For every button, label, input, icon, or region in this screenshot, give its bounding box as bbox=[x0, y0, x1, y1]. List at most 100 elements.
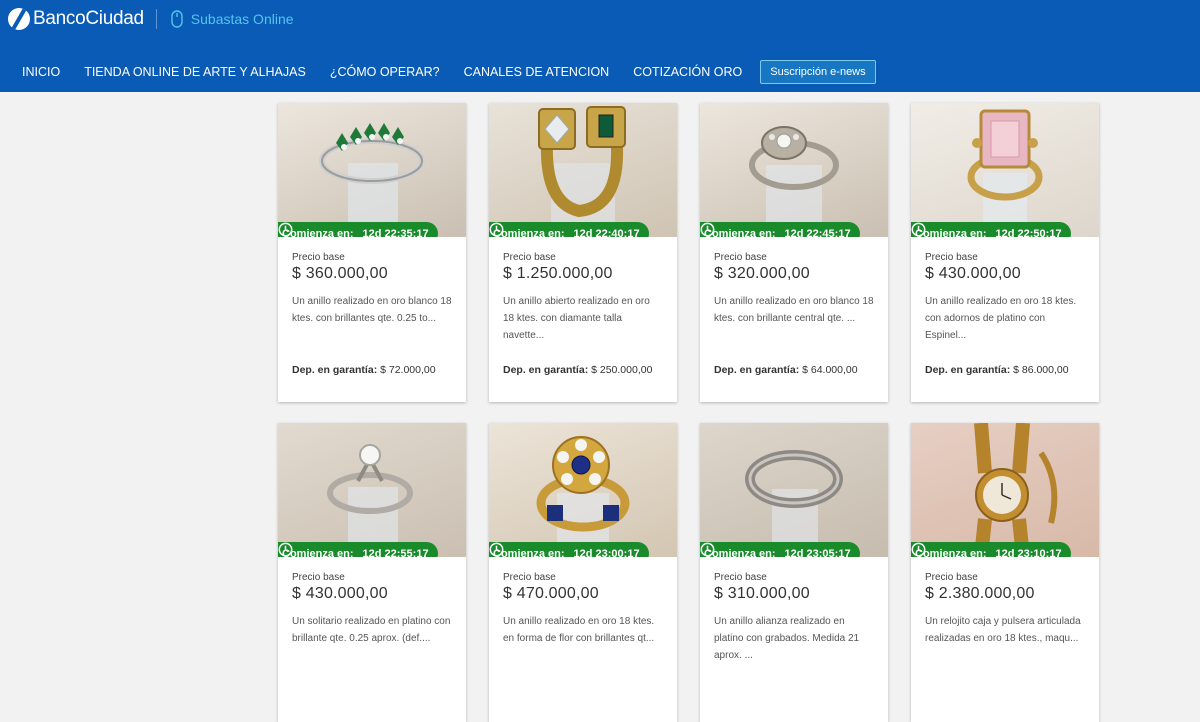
price-value: $ 430.000,00 bbox=[292, 585, 388, 602]
card-body: Precio base $ 2.380.000,00 Un relojito c… bbox=[911, 557, 1099, 722]
product-description: Un anillo realizado en oro blanco 18 kte… bbox=[714, 296, 874, 324]
auction-timer-badge: Comienza en: 12d 22:50:17 bbox=[911, 222, 1071, 237]
card-body: Precio base $ 310.000,00 Un anillo alian… bbox=[700, 557, 888, 722]
auction-timer-badge: Comienza en: 12d 23:00:17 bbox=[489, 542, 649, 557]
deposit-info: Dep. en garantía: $ 250.000,00 bbox=[503, 364, 652, 376]
price-label: Precio base bbox=[292, 572, 345, 583]
deposit-value: $ 86.000,00 bbox=[1013, 364, 1069, 376]
product-card[interactable]: Comienza en: 12d 23:10:17 Precio base $ … bbox=[911, 423, 1099, 722]
deposit-value: $ 72.000,00 bbox=[380, 364, 436, 376]
auction-timer-badge: Comienza en: 12d 22:35:17 bbox=[278, 222, 438, 237]
product-image[interactable]: Comienza en: 12d 22:55:17 bbox=[278, 423, 466, 557]
platinum-band-image bbox=[745, 450, 843, 557]
product-image[interactable]: Comienza en: 12d 22:35:17 bbox=[278, 103, 466, 237]
timer-value: 12d 23:00:17 bbox=[573, 547, 640, 558]
product-description: Un anillo realizado en oro 18 ktes. en f… bbox=[503, 616, 655, 644]
product-description: Un anillo abierto realizado en oro 18 kt… bbox=[503, 296, 650, 341]
product-description: Un solitario realizado en platino con br… bbox=[292, 616, 451, 644]
clock-icon bbox=[700, 222, 715, 237]
main-nav: INICIO TIENDA ONLINE DE ARTE Y ALHAJAS ¿… bbox=[10, 58, 876, 86]
product-description: Un relojito caja y pulsera articulada re… bbox=[925, 616, 1081, 644]
timer-value: 12d 22:55:17 bbox=[362, 547, 429, 558]
price-label: Precio base bbox=[503, 252, 556, 263]
product-image[interactable]: Comienza en: 12d 22:40:17 bbox=[489, 103, 677, 237]
product-card[interactable]: Comienza en: 12d 22:50:17 Precio base $ … bbox=[911, 103, 1099, 402]
auction-timer-badge: Comienza en: 12d 22:45:17 bbox=[700, 222, 860, 237]
solitaire-ring-image bbox=[327, 444, 413, 557]
product-description: Un anillo alianza realizado en platino c… bbox=[714, 616, 860, 661]
product-image[interactable]: Comienza en: 12d 22:50:17 bbox=[911, 103, 1099, 237]
deposit-info: Dep. en garantía: $ 64.000,00 bbox=[714, 364, 858, 376]
product-description: Un anillo realizado en oro 18 ktes. con … bbox=[925, 296, 1077, 341]
card-body: Precio base $ 1.250.000,00 Un anillo abi… bbox=[489, 237, 677, 402]
deposit-label: Dep. en garantía: bbox=[714, 364, 800, 376]
deposit-label: Dep. en garantía: bbox=[292, 364, 378, 376]
auction-timer-badge: Comienza en: 12d 23:05:17 bbox=[700, 542, 860, 557]
product-image[interactable]: Comienza en: 12d 23:05:17 bbox=[700, 423, 888, 557]
price-value: $ 2.380.000,00 bbox=[925, 585, 1035, 602]
deposit-label: Dep. en garantía: bbox=[925, 364, 1011, 376]
timer-value: 12d 22:50:17 bbox=[995, 227, 1062, 238]
price-value: $ 310.000,00 bbox=[714, 585, 810, 602]
price-label: Precio base bbox=[925, 572, 978, 583]
clock-icon bbox=[278, 542, 293, 557]
timer-value: 12d 23:10:17 bbox=[995, 547, 1062, 558]
clock-icon bbox=[911, 542, 926, 557]
white-gold-ring-image bbox=[749, 126, 839, 237]
product-image[interactable]: Comienza en: 12d 22:45:17 bbox=[700, 103, 888, 237]
deposit-info: Dep. en garantía: $ 72.000,00 bbox=[292, 364, 436, 376]
product-card[interactable]: Comienza en: 12d 23:05:17 Precio base $ … bbox=[700, 423, 888, 722]
card-body: Precio base $ 430.000,00 Un anillo reali… bbox=[911, 237, 1099, 402]
card-body: Precio base $ 320.000,00 Un anillo reali… bbox=[700, 237, 888, 402]
card-body: Precio base $ 430.000,00 Un solitario re… bbox=[278, 557, 466, 722]
price-value: $ 320.000,00 bbox=[714, 265, 810, 282]
product-image[interactable]: Comienza en: 12d 23:00:17 bbox=[489, 423, 677, 557]
card-body: Precio base $ 470.000,00 Un anillo reali… bbox=[489, 557, 677, 722]
timer-value: 12d 22:40:17 bbox=[573, 227, 640, 238]
price-value: $ 1.250.000,00 bbox=[503, 265, 613, 282]
product-card[interactable]: Comienza en: 12d 22:55:17 Precio base $ … bbox=[278, 423, 466, 722]
banco-ciudad-logo-icon[interactable] bbox=[8, 8, 30, 30]
mouse-icon bbox=[171, 10, 183, 28]
price-label: Precio base bbox=[714, 572, 767, 583]
clock-icon bbox=[700, 542, 715, 557]
nav-item-cotizacion-oro[interactable]: COTIZACIÓN ORO bbox=[621, 65, 754, 79]
price-value: $ 470.000,00 bbox=[503, 585, 599, 602]
brand-divider bbox=[155, 9, 157, 29]
subscribe-enews-button[interactable]: Suscripción e-news bbox=[760, 60, 876, 84]
price-label: Precio base bbox=[292, 252, 345, 263]
timer-value: 12d 22:35:17 bbox=[362, 227, 429, 238]
gold-watch-image bbox=[974, 423, 1058, 557]
auction-timer-badge: Comienza en: 12d 23:10:17 bbox=[911, 542, 1071, 557]
subastas-online-label[interactable]: Subastas Online bbox=[191, 11, 294, 27]
deposit-info: Dep. en garantía: $ 86.000,00 bbox=[925, 364, 1069, 376]
nav-item-canales-atencion[interactable]: CANALES DE ATENCION bbox=[452, 65, 622, 79]
product-card[interactable]: Comienza en: 12d 22:35:17 Precio base $ … bbox=[278, 103, 466, 402]
deposit-value: $ 64.000,00 bbox=[802, 364, 858, 376]
auction-timer-badge: Comienza en: 12d 22:55:17 bbox=[278, 542, 438, 557]
clock-icon bbox=[489, 542, 504, 557]
flower-sapphire-ring-image bbox=[536, 436, 630, 557]
brand-bar: BancoCiudad Subastas Online bbox=[8, 5, 294, 33]
clock-icon bbox=[278, 222, 293, 237]
product-card[interactable]: Comienza en: 12d 23:00:17 Precio base $ … bbox=[489, 423, 677, 722]
product-card[interactable]: Comienza en: 12d 22:40:17 Precio base $ … bbox=[489, 103, 677, 402]
price-label: Precio base bbox=[925, 252, 978, 263]
open-gold-ring-image bbox=[538, 106, 626, 237]
product-description: Un anillo realizado en oro blanco 18 kte… bbox=[292, 296, 452, 324]
brand-name[interactable]: BancoCiudad bbox=[33, 8, 144, 30]
nav-item-tienda-online[interactable]: TIENDA ONLINE DE ARTE Y ALHAJAS bbox=[72, 65, 318, 79]
timer-value: 12d 23:05:17 bbox=[784, 547, 851, 558]
nav-item-como-operar[interactable]: ¿CÓMO OPERAR? bbox=[318, 65, 452, 79]
pink-spinel-ring-image bbox=[967, 109, 1043, 237]
price-label: Precio base bbox=[714, 252, 767, 263]
price-label: Precio base bbox=[503, 572, 556, 583]
price-value: $ 360.000,00 bbox=[292, 265, 388, 282]
nav-item-inicio[interactable]: INICIO bbox=[10, 65, 72, 79]
price-value: $ 430.000,00 bbox=[925, 265, 1021, 282]
auction-timer-badge: Comienza en: 12d 22:40:17 bbox=[489, 222, 649, 237]
product-card[interactable]: Comienza en: 12d 22:45:17 Precio base $ … bbox=[700, 103, 888, 402]
clock-icon bbox=[911, 222, 926, 237]
product-image[interactable]: Comienza en: 12d 23:10:17 bbox=[911, 423, 1099, 557]
emerald-band-ring-image bbox=[319, 123, 425, 237]
